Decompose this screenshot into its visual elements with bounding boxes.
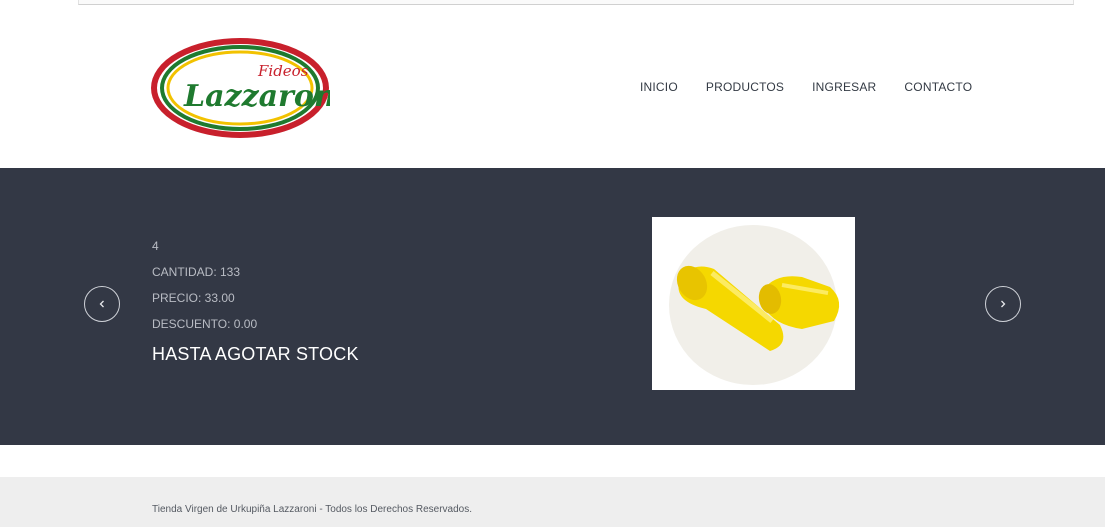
nav-contacto[interactable]: CONTACTO	[904, 80, 972, 94]
product-discount: DESCUENTO: 0.00	[152, 317, 258, 331]
brand-logo[interactable]: Fideos Lazzaroni	[150, 36, 330, 140]
nav-ingresar[interactable]: INGRESAR	[812, 80, 876, 94]
carousel-prev-button[interactable]	[84, 286, 120, 322]
product-image[interactable]	[652, 217, 855, 390]
product-price: PRECIO: 33.00	[152, 291, 235, 305]
product-id: 4	[152, 239, 159, 253]
logo-top-text: Fideos	[257, 62, 309, 80]
chevron-left-icon	[99, 300, 104, 308]
carousel-next-button[interactable]	[985, 286, 1021, 322]
nav-productos[interactable]: PRODUCTOS	[706, 80, 784, 94]
page: Fideos Lazzaroni INICIO PRODUCTOS INGRES…	[0, 0, 1105, 527]
product-quantity: CANTIDAD: 133	[152, 265, 241, 279]
browser-frame-strip	[78, 0, 1074, 5]
chevron-right-icon	[1001, 300, 1006, 308]
nav-inicio[interactable]: INICIO	[640, 80, 678, 94]
footer: Tienda Virgen de Urkupiña Lazzaroni - To…	[0, 477, 1105, 527]
product-headline: HASTA AGOTAR STOCK	[152, 344, 359, 364]
logo-main-text: Lazzaroni	[183, 79, 330, 114]
footer-copyright: Tienda Virgen de Urkupiña Lazzaroni - To…	[152, 504, 472, 515]
main-nav: INICIO PRODUCTOS INGRESAR CONTACTO	[640, 80, 1000, 94]
product-info: 4 CANTIDAD: 133 PRECIO: 33.00 DESCUENTO:…	[152, 240, 359, 365]
product-carousel: 4 CANTIDAD: 133 PRECIO: 33.00 DESCUENTO:…	[0, 168, 1105, 445]
